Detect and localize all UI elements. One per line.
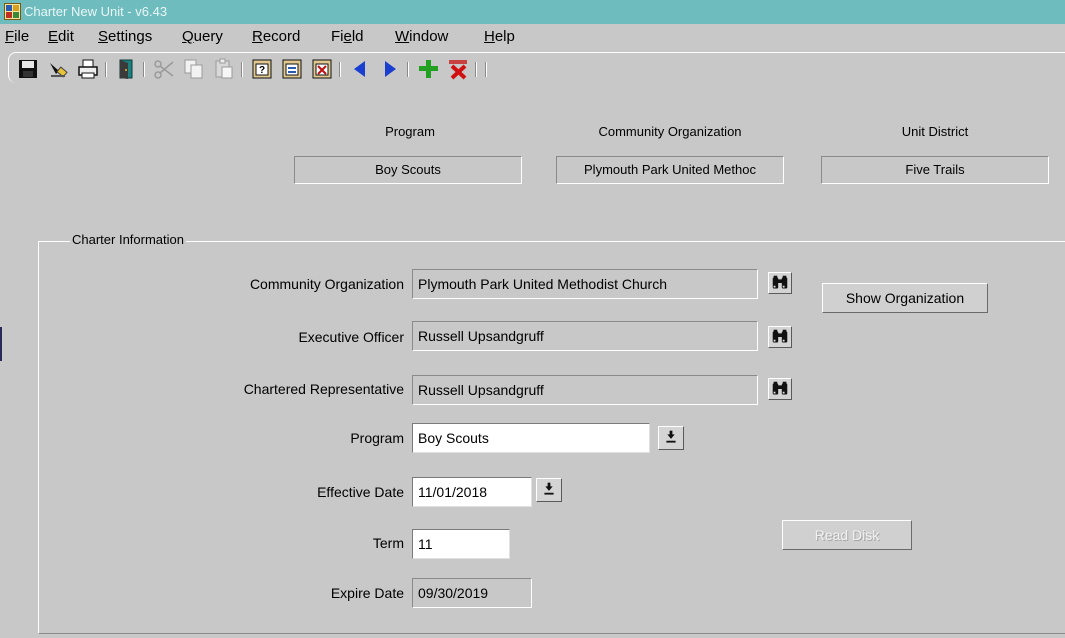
header-program-field: Boy Scouts xyxy=(294,156,522,184)
delete-record-icon[interactable] xyxy=(447,58,469,80)
read-disk-button[interactable]: Read Disk xyxy=(782,520,912,550)
cut-icon[interactable] xyxy=(153,58,175,80)
chartered-representative-label: Chartered Representative xyxy=(243,381,404,397)
menu-query-accel: Q xyxy=(182,28,194,45)
next-record-icon[interactable] xyxy=(379,58,401,80)
menu-settings-accel: S xyxy=(98,28,109,45)
binoculars-icon[interactable] xyxy=(768,378,792,400)
menu-file-accel: F xyxy=(5,28,15,45)
term-field[interactable]: 11 xyxy=(412,529,510,559)
clear-icon[interactable] xyxy=(47,58,69,80)
menu-window[interactable]: Window xyxy=(395,28,448,45)
show-organization-button[interactable]: Show Organization xyxy=(822,283,988,313)
expire-date-label: Expire Date xyxy=(330,585,404,601)
menu-record[interactable]: Record xyxy=(252,28,300,45)
header-district-field: Five Trails xyxy=(821,156,1049,184)
menu-field-pre: Fi xyxy=(331,28,344,45)
menu-query[interactable]: Query xyxy=(182,28,223,45)
title-bar: Charter New Unit - v6.43 xyxy=(0,0,1065,24)
window-title: Charter New Unit - v6.43 xyxy=(24,4,168,19)
toolbar-separator xyxy=(407,62,409,77)
svg-text:?: ? xyxy=(259,65,265,76)
menu-window-label: indow xyxy=(409,28,449,45)
toolbar-separator xyxy=(143,62,145,77)
menu-edit-accel: E xyxy=(48,28,59,45)
menu-help-accel: H xyxy=(484,28,495,45)
menu-settings-label: ettings xyxy=(108,28,153,45)
menu-settings[interactable]: Settings xyxy=(98,28,152,45)
community-org-field[interactable]: Plymouth Park United Methodist Church xyxy=(412,269,758,299)
menu-query-label: uery xyxy=(193,28,223,45)
toolbar-separator xyxy=(105,62,107,77)
dropdown-arrow-icon[interactable] xyxy=(536,478,562,502)
menu-record-label: ecord xyxy=(262,28,301,45)
menu-help-label: elp xyxy=(494,28,515,45)
menu-edit[interactable]: Edit xyxy=(48,28,74,45)
program-field[interactable]: Boy Scouts xyxy=(412,423,650,453)
charter-information-title: Charter Information xyxy=(70,232,186,247)
toolbar: ? xyxy=(8,52,1065,83)
menu-help[interactable]: Help xyxy=(484,28,515,45)
toolbar-separator xyxy=(485,62,487,77)
query-icon[interactable]: ? xyxy=(251,58,273,80)
copy-icon[interactable] xyxy=(183,58,205,80)
executive-officer-label: Executive Officer xyxy=(298,329,404,345)
previous-record-icon[interactable] xyxy=(349,58,371,80)
binoculars-icon[interactable] xyxy=(768,326,792,348)
toolbar-separator xyxy=(339,62,341,77)
program-label: Program xyxy=(350,430,404,446)
chartered-representative-field[interactable]: Russell Upsandgruff xyxy=(412,375,758,405)
header-district-label: Unit District xyxy=(901,124,969,139)
print-icon[interactable] xyxy=(77,58,99,80)
save-icon[interactable] xyxy=(17,58,39,80)
menu-window-accel: W xyxy=(395,28,410,45)
insert-record-icon[interactable] xyxy=(417,58,439,80)
toolbar-separator xyxy=(475,62,477,77)
community-org-label: Community Organization xyxy=(249,276,404,292)
menu-bar: File Edit Settings Query Record Field Wi… xyxy=(0,24,1065,50)
toolbar-separator xyxy=(241,62,243,77)
cancel-query-icon[interactable] xyxy=(311,58,333,80)
app-icon xyxy=(4,3,21,20)
menu-field[interactable]: Field xyxy=(331,28,364,45)
executive-officer-field[interactable]: Russell Upsandgruff xyxy=(412,321,758,351)
binoculars-icon[interactable] xyxy=(768,272,792,294)
effective-date-label: Effective Date xyxy=(317,484,404,500)
execute-query-icon[interactable] xyxy=(281,58,303,80)
expire-date-field: 09/30/2019 xyxy=(412,578,532,608)
menu-edit-label: dit xyxy=(58,28,74,45)
menu-record-accel: R xyxy=(252,28,263,45)
exit-icon[interactable] xyxy=(115,58,137,80)
menu-file[interactable]: File xyxy=(5,28,29,45)
menu-field-accel: e xyxy=(343,28,352,45)
term-label: Term xyxy=(372,535,404,551)
menu-field-label: ld xyxy=(351,28,364,45)
dropdown-arrow-icon[interactable] xyxy=(658,426,684,450)
window-edge-marker xyxy=(0,327,2,361)
header-program-label: Program xyxy=(385,124,435,139)
menu-file-label: ile xyxy=(14,28,30,45)
header-community-field: Plymouth Park United Methoc xyxy=(556,156,784,184)
paste-icon[interactable] xyxy=(213,58,235,80)
header-community-label: Community Organization xyxy=(598,124,742,139)
effective-date-field[interactable]: 11/01/2018 xyxy=(412,477,532,507)
